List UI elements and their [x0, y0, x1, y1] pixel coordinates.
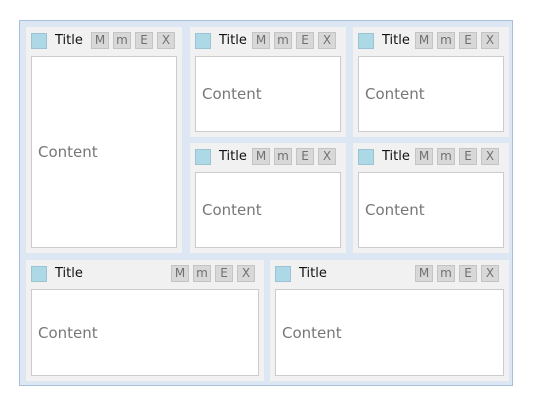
content-text: Content [38, 323, 98, 342]
panel-content: Content [358, 56, 504, 132]
panel-title: Title [299, 266, 327, 281]
maximize-button[interactable]: M [252, 32, 270, 49]
panel-title: Title [219, 149, 247, 164]
panel-icon [358, 33, 374, 49]
extract-button[interactable]: E [296, 148, 314, 165]
panel-buttons: M m E X [252, 32, 336, 49]
close-button[interactable]: X [237, 265, 255, 282]
maximize-button[interactable]: M [415, 265, 433, 282]
minimize-button[interactable]: m [274, 148, 292, 165]
minimize-button[interactable]: m [113, 32, 131, 49]
minimize-button[interactable]: m [437, 32, 455, 49]
panel-buttons: M m E X [252, 148, 336, 165]
panel-content: Content [31, 56, 177, 248]
extract-button[interactable]: E [215, 265, 233, 282]
content-text: Content [202, 85, 262, 103]
panel-content: Content [358, 172, 504, 248]
panel-icon [195, 33, 211, 49]
dock-panel: Title M m E X Content [26, 27, 182, 253]
panel-header[interactable]: Title M m E X [353, 143, 509, 172]
extract-button[interactable]: E [296, 32, 314, 49]
panel-buttons: M m E X [91, 32, 175, 49]
panel-title: Title [55, 33, 83, 48]
close-button[interactable]: X [481, 148, 499, 165]
panel-content: Content [195, 56, 341, 132]
panel-buttons: M m E X [415, 265, 499, 282]
extract-button[interactable]: E [459, 32, 477, 49]
close-button[interactable]: X [481, 32, 499, 49]
panel-content: Content [31, 289, 259, 376]
content-text: Content [365, 201, 425, 219]
panel-icon [358, 149, 374, 165]
extract-button[interactable]: E [459, 265, 477, 282]
dock-panel: Title M m E X Content [353, 143, 509, 253]
panel-buttons: M m E X [171, 265, 255, 282]
minimize-button[interactable]: m [437, 148, 455, 165]
maximize-button[interactable]: M [171, 265, 189, 282]
panel-header[interactable]: Title M m E X [190, 143, 346, 172]
panel-header[interactable]: Title M m E X [353, 27, 509, 56]
minimize-button[interactable]: m [193, 265, 211, 282]
close-button[interactable]: X [481, 265, 499, 282]
panel-header[interactable]: Title M m E X [26, 260, 264, 289]
maximize-button[interactable]: M [252, 148, 270, 165]
dock-panel: Title M m E X Content [26, 260, 264, 381]
maximize-button[interactable]: M [91, 32, 109, 49]
panel-title: Title [219, 33, 247, 48]
content-text: Content [365, 85, 425, 103]
extract-button[interactable]: E [459, 148, 477, 165]
minimize-button[interactable]: m [437, 265, 455, 282]
dock-container: Title M m E X Content Title M m E X Cont… [19, 20, 513, 386]
content-text: Content [38, 143, 98, 161]
panel-content: Content [195, 172, 341, 248]
content-text: Content [202, 201, 262, 219]
extract-button[interactable]: E [135, 32, 153, 49]
maximize-button[interactable]: M [415, 148, 433, 165]
panel-title: Title [55, 266, 83, 281]
close-button[interactable]: X [318, 148, 336, 165]
panel-icon [275, 266, 291, 282]
close-button[interactable]: X [157, 32, 175, 49]
panel-header[interactable]: Title M m E X [26, 27, 182, 56]
minimize-button[interactable]: m [274, 32, 292, 49]
panel-header[interactable]: Title M m E X [270, 260, 509, 289]
panel-buttons: M m E X [415, 32, 499, 49]
panel-title: Title [382, 149, 410, 164]
dock-panel: Title M m E X Content [190, 27, 346, 137]
panel-title: Title [382, 33, 410, 48]
panel-icon [31, 33, 47, 49]
panel-header[interactable]: Title M m E X [190, 27, 346, 56]
maximize-button[interactable]: M [415, 32, 433, 49]
dock-panel: Title M m E X Content [190, 143, 346, 253]
panel-buttons: M m E X [415, 148, 499, 165]
panel-content: Content [275, 289, 504, 376]
panel-icon [31, 266, 47, 282]
dock-panel: Title M m E X Content [270, 260, 509, 381]
dock-panel: Title M m E X Content [353, 27, 509, 137]
content-text: Content [282, 323, 342, 342]
close-button[interactable]: X [318, 32, 336, 49]
panel-icon [195, 149, 211, 165]
